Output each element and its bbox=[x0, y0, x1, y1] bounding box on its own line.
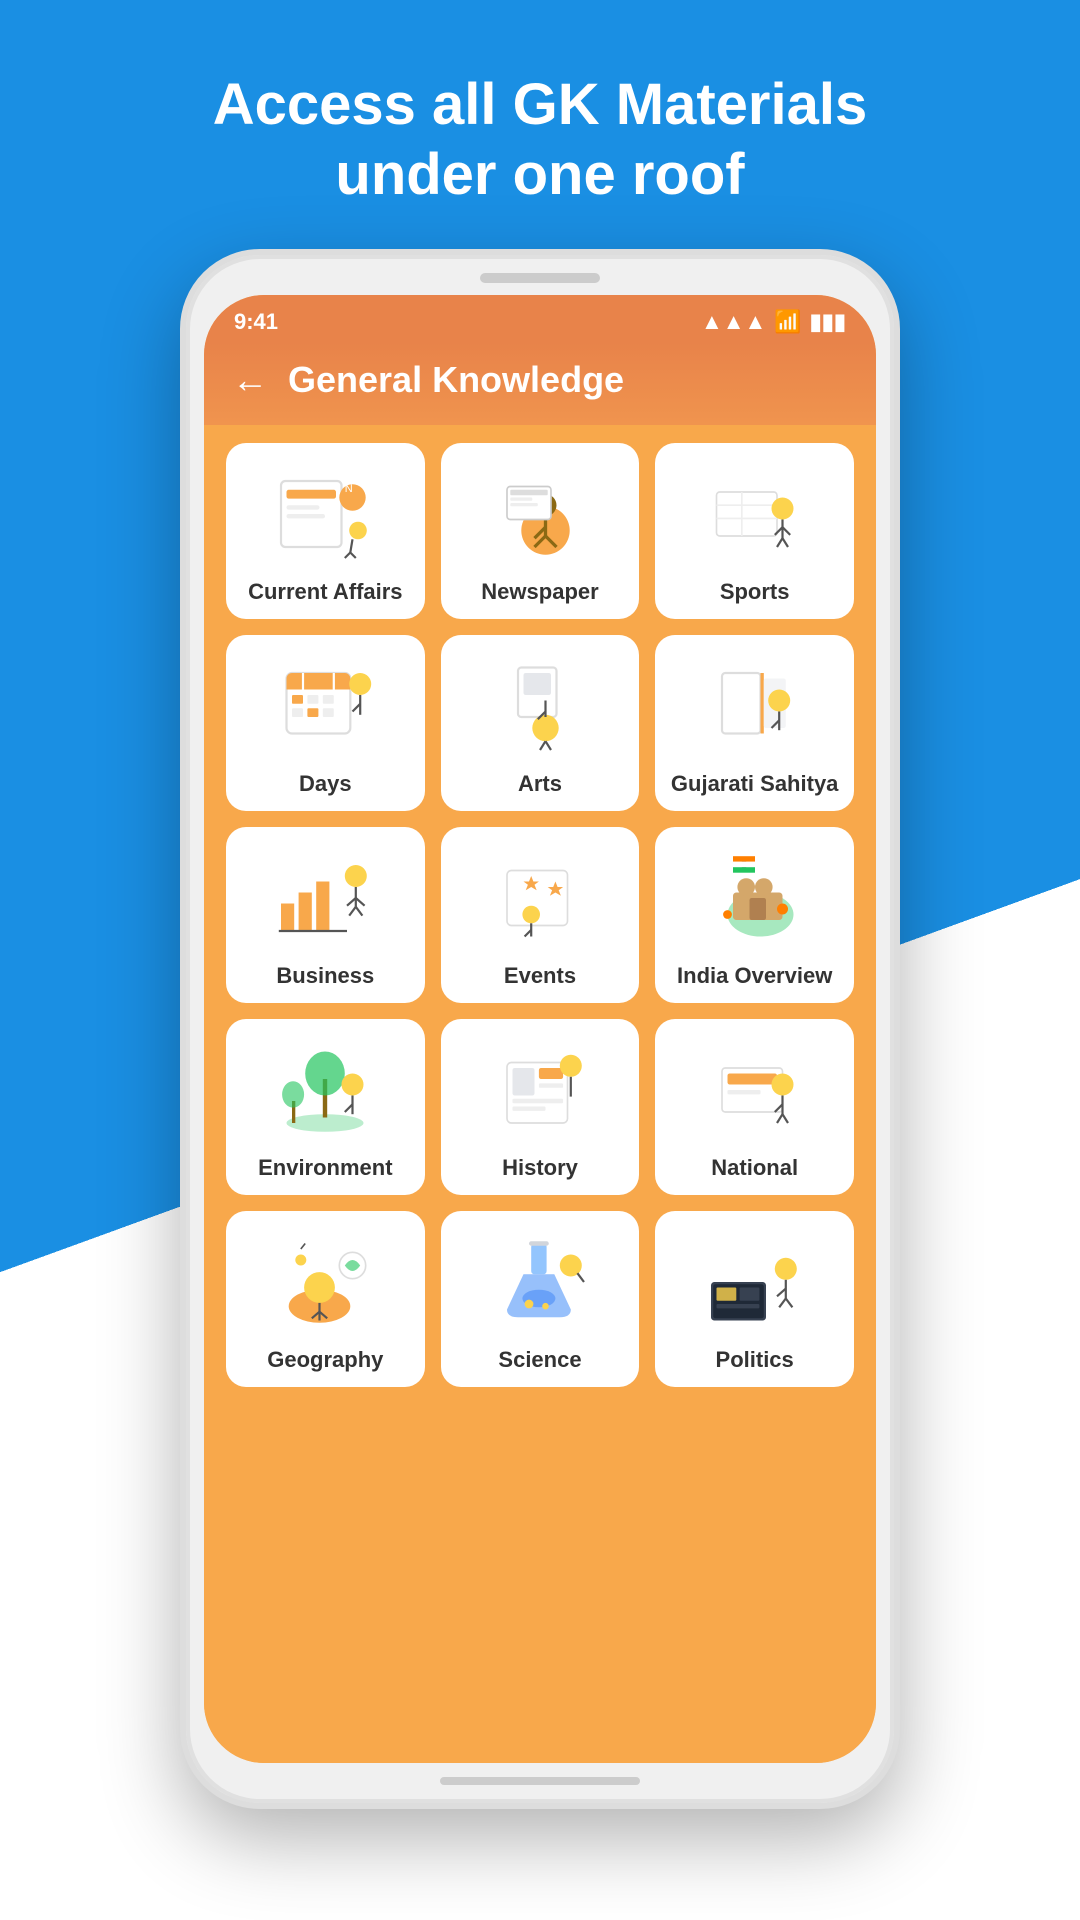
events-icon bbox=[485, 843, 595, 953]
business-icon bbox=[270, 843, 380, 953]
grid-item-sports[interactable]: Sports bbox=[655, 443, 854, 619]
phone-bottom-bar bbox=[440, 1777, 640, 1785]
status-icons: ▲▲▲ 📶 ▮▮▮ bbox=[701, 309, 846, 335]
geography-label: Geography bbox=[267, 1347, 383, 1373]
india-overview-label: India Overview bbox=[677, 963, 832, 989]
grid-item-history[interactable]: History bbox=[441, 1019, 640, 1195]
india-overview-icon bbox=[700, 843, 810, 953]
grid-area: N Current Affairs Newspaper bbox=[204, 425, 876, 1763]
screen: 9:41 ▲▲▲ 📶 ▮▮▮ ← General Knowledge N bbox=[204, 295, 876, 1763]
sports-label: Sports bbox=[720, 579, 790, 605]
arts-label: Arts bbox=[518, 771, 562, 797]
events-label: Events bbox=[504, 963, 576, 989]
wifi-icon: 📶 bbox=[774, 309, 801, 335]
grid-item-geography[interactable]: Geography bbox=[226, 1211, 425, 1387]
national-icon bbox=[700, 1035, 810, 1145]
newspaper-icon bbox=[485, 459, 595, 569]
days-icon bbox=[270, 651, 380, 761]
status-time: 9:41 bbox=[234, 309, 278, 335]
grid-item-business[interactable]: Business bbox=[226, 827, 425, 1003]
history-icon bbox=[485, 1035, 595, 1145]
grid-item-arts[interactable]: Arts bbox=[441, 635, 640, 811]
app-header: ← General Knowledge bbox=[204, 343, 876, 425]
battery-icon: ▮▮▮ bbox=[810, 309, 846, 335]
days-label: Days bbox=[299, 771, 352, 797]
grid-item-newspaper[interactable]: Newspaper bbox=[441, 443, 640, 619]
politics-label: Politics bbox=[716, 1347, 794, 1373]
gujarati-sahitya-icon bbox=[700, 651, 810, 761]
category-grid: N Current Affairs Newspaper bbox=[226, 443, 854, 1387]
newspaper-label: Newspaper bbox=[481, 579, 598, 605]
science-icon bbox=[485, 1227, 595, 1337]
gujarati-sahitya-label: Gujarati Sahitya bbox=[671, 771, 839, 797]
headline-block: Access all GK Materials under one roof bbox=[213, 70, 867, 209]
grid-item-gujarati-sahitya[interactable]: Gujarati Sahitya bbox=[655, 635, 854, 811]
grid-item-days[interactable]: Days bbox=[226, 635, 425, 811]
speaker bbox=[480, 273, 600, 283]
history-label: History bbox=[502, 1155, 578, 1181]
current-affairs-icon: N bbox=[270, 459, 380, 569]
environment-icon bbox=[270, 1035, 380, 1145]
environment-label: Environment bbox=[258, 1155, 392, 1181]
grid-item-national[interactable]: National bbox=[655, 1019, 854, 1195]
grid-item-environment[interactable]: Environment bbox=[226, 1019, 425, 1195]
science-label: Science bbox=[498, 1347, 581, 1373]
national-label: National bbox=[711, 1155, 798, 1181]
signal-icon: ▲▲▲ bbox=[701, 309, 766, 335]
grid-item-politics[interactable]: Politics bbox=[655, 1211, 854, 1387]
grid-item-current-affairs[interactable]: N Current Affairs bbox=[226, 443, 425, 619]
current-affairs-label: Current Affairs bbox=[248, 579, 402, 605]
app-title: General Knowledge bbox=[288, 359, 624, 401]
grid-item-science[interactable]: Science bbox=[441, 1211, 640, 1387]
arts-icon bbox=[485, 651, 595, 761]
svg-text:N: N bbox=[345, 483, 353, 495]
grid-item-events[interactable]: Events bbox=[441, 827, 640, 1003]
phone-shell: 9:41 ▲▲▲ 📶 ▮▮▮ ← General Knowledge N bbox=[180, 249, 900, 1809]
geography-icon bbox=[270, 1227, 380, 1337]
back-button[interactable]: ← bbox=[232, 359, 268, 401]
politics-icon bbox=[700, 1227, 810, 1337]
grid-item-india-overview[interactable]: India Overview bbox=[655, 827, 854, 1003]
headline-line1: Access all GK Materials bbox=[213, 72, 867, 137]
headline-line2: under one roof bbox=[335, 142, 744, 207]
business-label: Business bbox=[276, 963, 374, 989]
sports-icon bbox=[700, 459, 810, 569]
status-bar: 9:41 ▲▲▲ 📶 ▮▮▮ bbox=[204, 295, 876, 343]
